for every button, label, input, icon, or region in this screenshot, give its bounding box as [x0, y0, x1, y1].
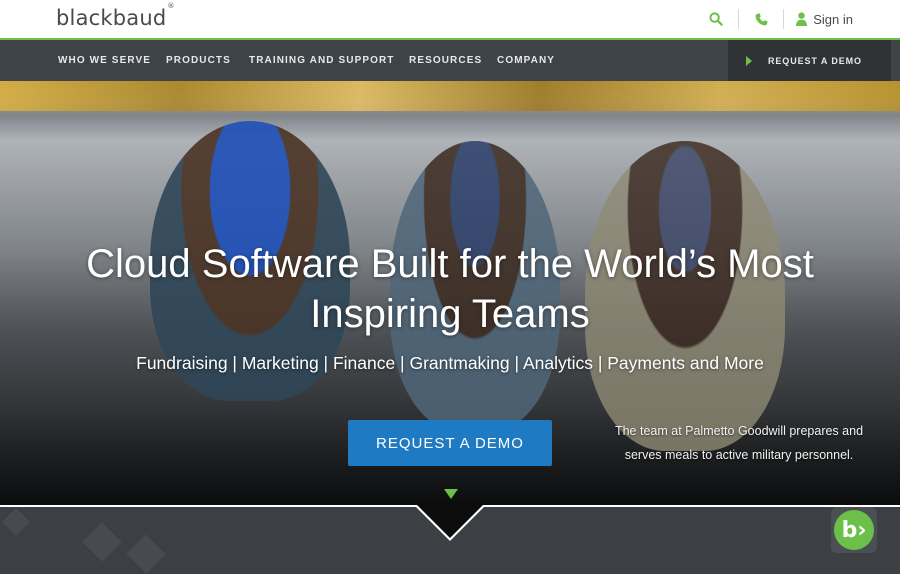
- chat-widget-button[interactable]: b›: [831, 507, 877, 553]
- phone-button[interactable]: [739, 0, 783, 38]
- decorative-diamond: [126, 534, 166, 574]
- logo-text: blackbaud: [56, 6, 167, 30]
- search-icon: [709, 12, 723, 26]
- main-nav: WHO WE SERVE PRODUCTS TRAINING AND SUPPO…: [0, 40, 900, 81]
- hero-title-line-2: Inspiring Teams: [310, 292, 590, 336]
- nav-item-products[interactable]: PRODUCTS: [166, 40, 231, 81]
- user-icon: [796, 12, 808, 26]
- hero-photo-caption: The team at Palmetto Goodwill prepares a…: [614, 424, 864, 462]
- hero-title: Cloud Software Built for the World’s Mos…: [0, 239, 900, 339]
- nav-request-demo-label: REQUEST A DEMO: [768, 55, 862, 66]
- top-bar: blackbaud® Sign in: [0, 0, 900, 38]
- sign-in-label: Sign in: [813, 11, 853, 27]
- search-button[interactable]: [694, 0, 738, 38]
- phone-icon: [755, 12, 768, 25]
- scroll-down-chevron-icon[interactable]: [444, 489, 458, 499]
- hero-image-ceiling: [0, 81, 900, 111]
- nav-item-who-we-serve[interactable]: WHO WE SERVE: [58, 40, 151, 81]
- hero-subtitle: Fundraising | Marketing | Finance | Gran…: [136, 353, 764, 373]
- logo-trademark: ®: [167, 2, 175, 10]
- blackbaud-logo[interactable]: blackbaud®: [56, 2, 174, 30]
- sign-in-link[interactable]: Sign in: [784, 0, 900, 38]
- nav-item-resources[interactable]: RESOURCES: [409, 40, 482, 81]
- play-arrow-icon: [746, 55, 752, 66]
- decorative-diamond: [82, 522, 122, 562]
- hero-title-line-1: Cloud Software Built for the World’s Mos…: [86, 242, 814, 286]
- nav-request-demo-button[interactable]: REQUEST A DEMO: [728, 40, 891, 81]
- hero-request-demo-button[interactable]: REQUEST A DEMO: [348, 420, 552, 466]
- section-notch: [417, 505, 483, 538]
- decorative-diamond: [1, 507, 31, 537]
- nav-item-company[interactable]: COMPANY: [497, 40, 555, 81]
- top-actions: Sign in: [694, 0, 900, 38]
- nav-item-training-and-support[interactable]: TRAINING AND SUPPORT: [249, 40, 395, 81]
- hero-banner: Cloud Software Built for the World’s Mos…: [0, 81, 900, 506]
- chat-icon: b›: [834, 510, 874, 550]
